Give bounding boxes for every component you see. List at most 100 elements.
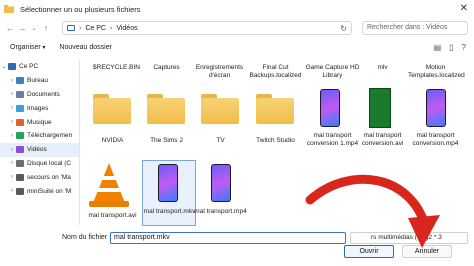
vlc-base — [89, 201, 129, 207]
file-item[interactable]: mal transport conversion.avi — [355, 132, 410, 147]
preview-pane-icon[interactable]: ▯ — [449, 43, 453, 52]
folder-icon[interactable] — [93, 94, 131, 124]
file-item[interactable]: mal transport.avi — [85, 212, 140, 220]
file-item[interactable]: mlv — [355, 64, 410, 72]
chevron-icon[interactable]: ⌄ — [0, 63, 8, 70]
file-name: Game Capture HD Library — [305, 64, 360, 79]
refresh-icon[interactable]: ↻ — [340, 24, 347, 33]
video-thumbnail[interactable] — [426, 89, 446, 127]
folder-icon[interactable] — [256, 94, 294, 124]
red-arrow-icon — [305, 174, 440, 248]
vlc-stripe — [100, 176, 118, 180]
sidebar-item-vid-os[interactable]: › Vidéos — [0, 142, 79, 157]
file-name: mal transport conversion 1.mp4 — [306, 132, 359, 147]
file-name: Motion Templates.localized — [408, 64, 465, 79]
vlc-cone-icon[interactable] — [93, 163, 125, 203]
sidebar-item-t-l-chargemen[interactable]: › Téléchargemen — [0, 129, 79, 143]
file-item[interactable]: Game Capture HD Library — [305, 64, 360, 79]
file-item[interactable]: Final Cut Backups.localized — [248, 64, 303, 79]
folder-app-icon — [4, 5, 14, 13]
file-name: mal transport conversion.avi — [361, 132, 404, 147]
breadcrumb-videos[interactable]: Vidéos — [116, 25, 137, 32]
sidebar-item-disque-local-c[interactable]: › Disque local (C — [0, 157, 79, 171]
breadcrumb-separator: › — [109, 24, 113, 32]
music-icon — [16, 118, 24, 126]
navigation-pane: ⌄ Ce PC › Bureau › Documents › Images › Musique › T… — [0, 60, 80, 225]
address-row: ← → ⌄ ↑ › Ce PC › Vidéos ↻ Rechercher da… — [0, 19, 474, 37]
sidebar-item-label: secours on 'Ma — [27, 173, 71, 181]
sidebar-item-ce-pc[interactable]: ⌄ Ce PC — [0, 60, 79, 74]
folder-icon[interactable] — [201, 94, 239, 124]
chevron-icon[interactable]: › — [8, 78, 16, 84]
network-drive-icon — [16, 187, 24, 195]
file-item[interactable]: mal transport conversion 1.mp4 — [305, 132, 360, 147]
file-item[interactable]: mal transport.mp4 — [193, 208, 248, 216]
recent-chevron-icon[interactable]: ⌄ — [28, 21, 40, 35]
chevron-icon[interactable]: › — [8, 133, 16, 139]
sidebar-item-label: miniSuite on 'M — [27, 187, 72, 195]
new-folder-button[interactable]: Nouveau dossier — [59, 44, 112, 51]
breadcrumb-ce-pc[interactable]: Ce PC — [85, 25, 106, 32]
video-thumbnail[interactable] — [369, 88, 391, 128]
folder-icon[interactable] — [147, 94, 185, 124]
chevron-icon[interactable]: › — [8, 91, 16, 97]
file-item[interactable]: $RECYCLE.BIN — [89, 64, 144, 72]
file-name: $RECYCLE.BIN — [93, 64, 140, 71]
file-name: mal transport conversion.mp4 — [412, 132, 459, 147]
view-options-icon[interactable]: ▤ — [434, 43, 442, 52]
images-icon — [16, 104, 24, 112]
desktop-icon — [16, 77, 24, 85]
chevron-icon[interactable]: › — [8, 160, 16, 166]
sidebar-item-bureau[interactable]: › Bureau — [0, 74, 79, 88]
sidebar-item-minisuite-on-m[interactable]: › miniSuite on 'M — [0, 184, 79, 198]
organise-button[interactable]: Organiser — [10, 44, 45, 51]
file-name: Captures — [153, 64, 180, 71]
chevron-icon[interactable]: › — [8, 119, 16, 125]
view-controls: ▤ ▯ ? — [434, 43, 466, 52]
video-thumbnail[interactable] — [211, 164, 231, 202]
help-icon[interactable]: ? — [462, 43, 466, 52]
sidebar-item-label: Bureau — [27, 77, 48, 85]
video-thumbnail[interactable] — [320, 89, 340, 127]
sidebar-item-images[interactable]: › Images — [0, 101, 79, 115]
documents-icon — [16, 90, 24, 98]
chevron-icon[interactable]: › — [8, 174, 16, 180]
close-icon[interactable]: ✕ — [460, 3, 468, 14]
drive-icon — [16, 159, 24, 167]
file-item[interactable]: NVIDIA — [85, 137, 140, 145]
window-title: Sélectionner un ou plusieurs fichiers — [20, 4, 141, 14]
file-item[interactable]: Enregistrements d'écran — [192, 64, 247, 79]
file-item[interactable]: mal transport.mkv — [142, 208, 197, 216]
file-item[interactable]: TV — [193, 137, 248, 145]
forward-arrow-icon[interactable]: → — [16, 21, 28, 35]
up-arrow-icon[interactable]: ↑ — [40, 21, 52, 35]
sidebar-item-label: Musique — [27, 118, 52, 126]
address-bar[interactable]: › Ce PC › Vidéos ↻ — [62, 21, 352, 35]
sidebar-item-label: Images — [27, 104, 49, 112]
file-item[interactable]: Twitch Studio — [248, 137, 303, 145]
sidebar-item-label: Documents — [27, 90, 60, 98]
search-input[interactable]: Rechercher dans : Vidéos — [362, 21, 468, 35]
file-name: TV — [216, 137, 225, 144]
file-name: mal transport.avi — [88, 212, 137, 219]
chevron-icon[interactable]: › — [8, 105, 16, 111]
chevron-icon[interactable]: › — [8, 147, 16, 153]
command-bar: Organiser Nouveau dossier ▤ ▯ ? — [0, 38, 474, 56]
file-name: mal transport.mkv — [143, 208, 196, 215]
file-name: The Sims 2 — [150, 137, 183, 144]
vlc-stripe — [96, 188, 122, 192]
chevron-icon[interactable]: › — [8, 188, 16, 194]
sidebar-item-documents[interactable]: › Documents — [0, 88, 79, 102]
back-arrow-icon[interactable]: ← — [4, 21, 16, 35]
sidebar-item-secours-on-ma[interactable]: › secours on 'Ma — [0, 170, 79, 184]
video-thumbnail[interactable] — [158, 164, 178, 202]
file-item[interactable]: Captures — [139, 64, 194, 72]
sidebar-item-label: Vidéos — [27, 146, 47, 154]
file-item[interactable]: The Sims 2 — [139, 137, 194, 145]
file-item[interactable]: Motion Templates.localized — [408, 64, 465, 79]
file-item[interactable]: mal transport conversion.mp4 — [408, 132, 463, 147]
file-name: Final Cut Backups.localized — [249, 64, 302, 79]
sidebar-item-musique[interactable]: › Musique — [0, 115, 79, 129]
file-name: Enregistrements d'écran — [195, 64, 244, 79]
sidebar-item-label: Ce PC — [19, 63, 39, 71]
